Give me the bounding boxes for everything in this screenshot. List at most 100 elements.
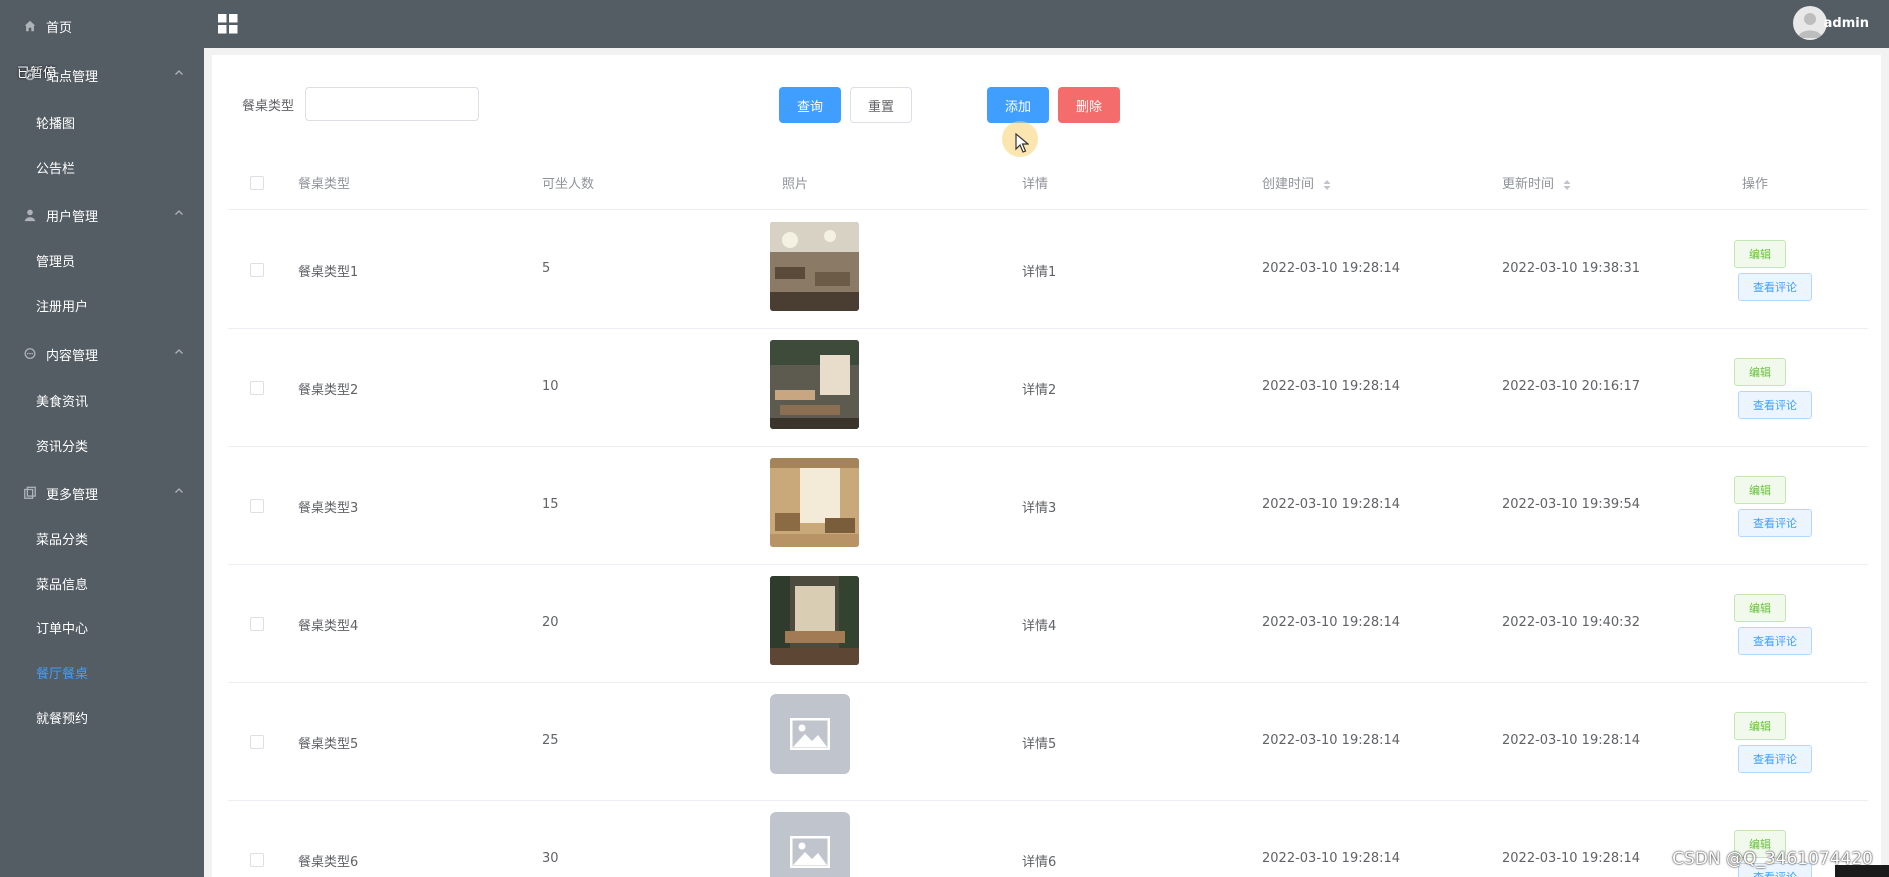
cell-seats: 10 <box>542 379 559 394</box>
view-comments-button[interactable]: 查看评论 <box>1738 391 1812 419</box>
sidebar-group-7[interactable]: 内容管理 <box>0 332 204 376</box>
sidebar-group-4[interactable]: 用户管理 <box>0 193 204 237</box>
row-checkbox[interactable] <box>250 499 264 513</box>
view-comments-button[interactable]: 查看评论 <box>1738 273 1812 301</box>
cell-created-time: 2022-03-10 19:28:14 <box>1262 733 1401 748</box>
cell-updated-time: 2022-03-10 19:38:31 <box>1502 261 1641 276</box>
query-button[interactable]: 查询 <box>779 87 841 123</box>
avatar[interactable] <box>1793 6 1827 40</box>
col-created[interactable]: 创建时间 <box>1262 173 1332 192</box>
chevron-up-icon <box>174 67 184 77</box>
sidebar-item-3[interactable]: 公告栏 <box>0 145 204 189</box>
cell-table-type: 餐桌类型4 <box>298 619 359 634</box>
sidebar: 已暂停 首页 站点管理 轮播图 公告栏 用户管理 管理员 注册用户 内容管理 美食资讯 资讯分类更… <box>0 0 204 877</box>
sidebar-group-10[interactable]: 更多管理 <box>0 471 204 515</box>
cell-seats: 20 <box>542 615 559 630</box>
cell-table-type: 餐桌类型2 <box>298 383 359 398</box>
sidebar-item-2[interactable]: 轮播图 <box>0 100 204 144</box>
sort-icon[interactable] <box>1322 179 1332 191</box>
table-photo[interactable] <box>770 340 859 429</box>
search-label: 餐桌类型 <box>242 99 295 114</box>
row-checkbox[interactable] <box>250 381 264 395</box>
delete-button[interactable]: 删除 <box>1058 87 1120 123</box>
main-panel: 餐桌类型 查询 重置 添加 删除 餐桌类型 可坐人数 照片 详情 创建时间 更新… <box>212 55 1881 877</box>
cell-detail: 详情6 <box>1022 855 1057 870</box>
sidebar-item-label: 菜品信息 <box>36 577 89 593</box>
sidebar-item-label: 管理员 <box>36 254 76 270</box>
sidebar-item-5[interactable]: 管理员 <box>0 238 204 282</box>
reset-button[interactable]: 重置 <box>850 87 912 123</box>
home-icon <box>22 18 38 34</box>
add-button[interactable]: 添加 <box>987 87 1049 123</box>
sidebar-item-13[interactable]: 订单中心 <box>0 605 204 649</box>
table-row: 餐桌类型3 15 详情3 2022-03-10 19:28:14 2022-03-10 … <box>228 446 1868 565</box>
row-checkbox[interactable] <box>250 617 264 631</box>
sidebar-item-label: 注册用户 <box>36 299 89 315</box>
col-updated[interactable]: 更新时间 <box>1502 173 1572 192</box>
view-comments-button[interactable]: 查看评论 <box>1738 745 1812 773</box>
sidebar-item-15[interactable]: 就餐预约 <box>0 695 204 739</box>
sidebar-item-label: 公告栏 <box>36 161 76 177</box>
chevron-up-icon <box>174 485 184 495</box>
sidebar-group-1[interactable]: 站点管理 <box>0 53 204 97</box>
row-checkbox[interactable] <box>250 853 264 867</box>
username-label[interactable]: admin <box>1824 16 1869 31</box>
row-checkbox[interactable] <box>250 263 264 277</box>
table-photo[interactable] <box>770 222 859 311</box>
edit-button[interactable]: 编辑 <box>1734 358 1786 386</box>
cell-detail: 详情4 <box>1022 619 1057 634</box>
table-photo[interactable] <box>770 576 859 665</box>
sidebar-item-11[interactable]: 菜品分类 <box>0 516 204 560</box>
cell-table-type: 餐桌类型3 <box>298 501 359 516</box>
edit-button[interactable]: 编辑 <box>1734 712 1786 740</box>
row-checkbox[interactable] <box>250 735 264 749</box>
edit-button[interactable]: 编辑 <box>1734 476 1786 504</box>
cell-updated-time: 2022-03-10 20:16:17 <box>1502 379 1641 394</box>
cell-updated-time: 2022-03-10 19:28:14 <box>1502 733 1641 748</box>
col-seats: 可坐人数 <box>542 177 595 192</box>
sidebar-item-label: 订单中心 <box>36 621 89 637</box>
sidebar-item-label: 菜品分类 <box>36 532 89 548</box>
gear-icon <box>22 67 38 83</box>
sidebar-item-9[interactable]: 资讯分类 <box>0 423 204 467</box>
image-placeholder-icon[interactable] <box>770 812 859 877</box>
sidebar-item-label: 轮播图 <box>36 116 76 132</box>
cell-updated-time: 2022-03-10 19:40:32 <box>1502 615 1641 630</box>
cell-detail: 详情3 <box>1022 501 1057 516</box>
table-type-search-input[interactable] <box>305 87 479 121</box>
table-row: 餐桌类型4 20 详情4 2022-03-10 19:28:14 2022-03-10 … <box>228 564 1868 683</box>
col-photo: 照片 <box>782 177 809 192</box>
cell-detail: 详情5 <box>1022 737 1057 752</box>
image-placeholder-icon[interactable] <box>770 694 859 783</box>
sidebar-item-0[interactable]: 首页 <box>0 4 204 48</box>
cell-created-time: 2022-03-10 19:28:14 <box>1262 615 1401 630</box>
cell-detail: 详情2 <box>1022 383 1057 398</box>
select-all-checkbox[interactable] <box>250 176 264 190</box>
sidebar-item-12[interactable]: 菜品信息 <box>0 561 204 605</box>
view-comments-button[interactable]: 查看评论 <box>1738 627 1812 655</box>
cell-updated-time: 2022-03-10 19:28:14 <box>1502 851 1641 866</box>
edit-button[interactable]: 编辑 <box>1734 240 1786 268</box>
cell-created-time: 2022-03-10 19:28:14 <box>1262 851 1401 866</box>
grid-menu-icon[interactable] <box>218 14 238 34</box>
col-updated-label: 更新时间 <box>1502 177 1555 192</box>
sidebar-item-label: 用户管理 <box>46 209 99 225</box>
sidebar-item-8[interactable]: 美食资讯 <box>0 378 204 422</box>
cell-updated-time: 2022-03-10 19:39:54 <box>1502 497 1641 512</box>
table-photo[interactable] <box>770 458 859 547</box>
table-row: 餐桌类型2 10 详情2 2022-03-10 19:28:14 2022-03-10 … <box>228 328 1868 447</box>
edit-button[interactable]: 编辑 <box>1734 594 1786 622</box>
view-comments-button[interactable]: 查看评论 <box>1738 509 1812 537</box>
sidebar-item-6[interactable]: 注册用户 <box>0 283 204 327</box>
corner-overlay <box>1835 865 1889 877</box>
col-detail: 详情 <box>1022 177 1049 192</box>
cell-table-type: 餐桌类型6 <box>298 855 359 870</box>
col-table-type: 餐桌类型 <box>298 177 351 192</box>
sidebar-item-label: 内容管理 <box>46 348 99 364</box>
sort-icon[interactable] <box>1562 179 1572 191</box>
sidebar-item-label: 餐厅餐桌 <box>36 666 89 682</box>
chat-icon <box>22 346 38 362</box>
cell-seats: 25 <box>542 733 559 748</box>
sidebar-item-14[interactable]: 餐厅餐桌 <box>0 650 204 694</box>
sidebar-item-label: 就餐预约 <box>36 711 89 727</box>
